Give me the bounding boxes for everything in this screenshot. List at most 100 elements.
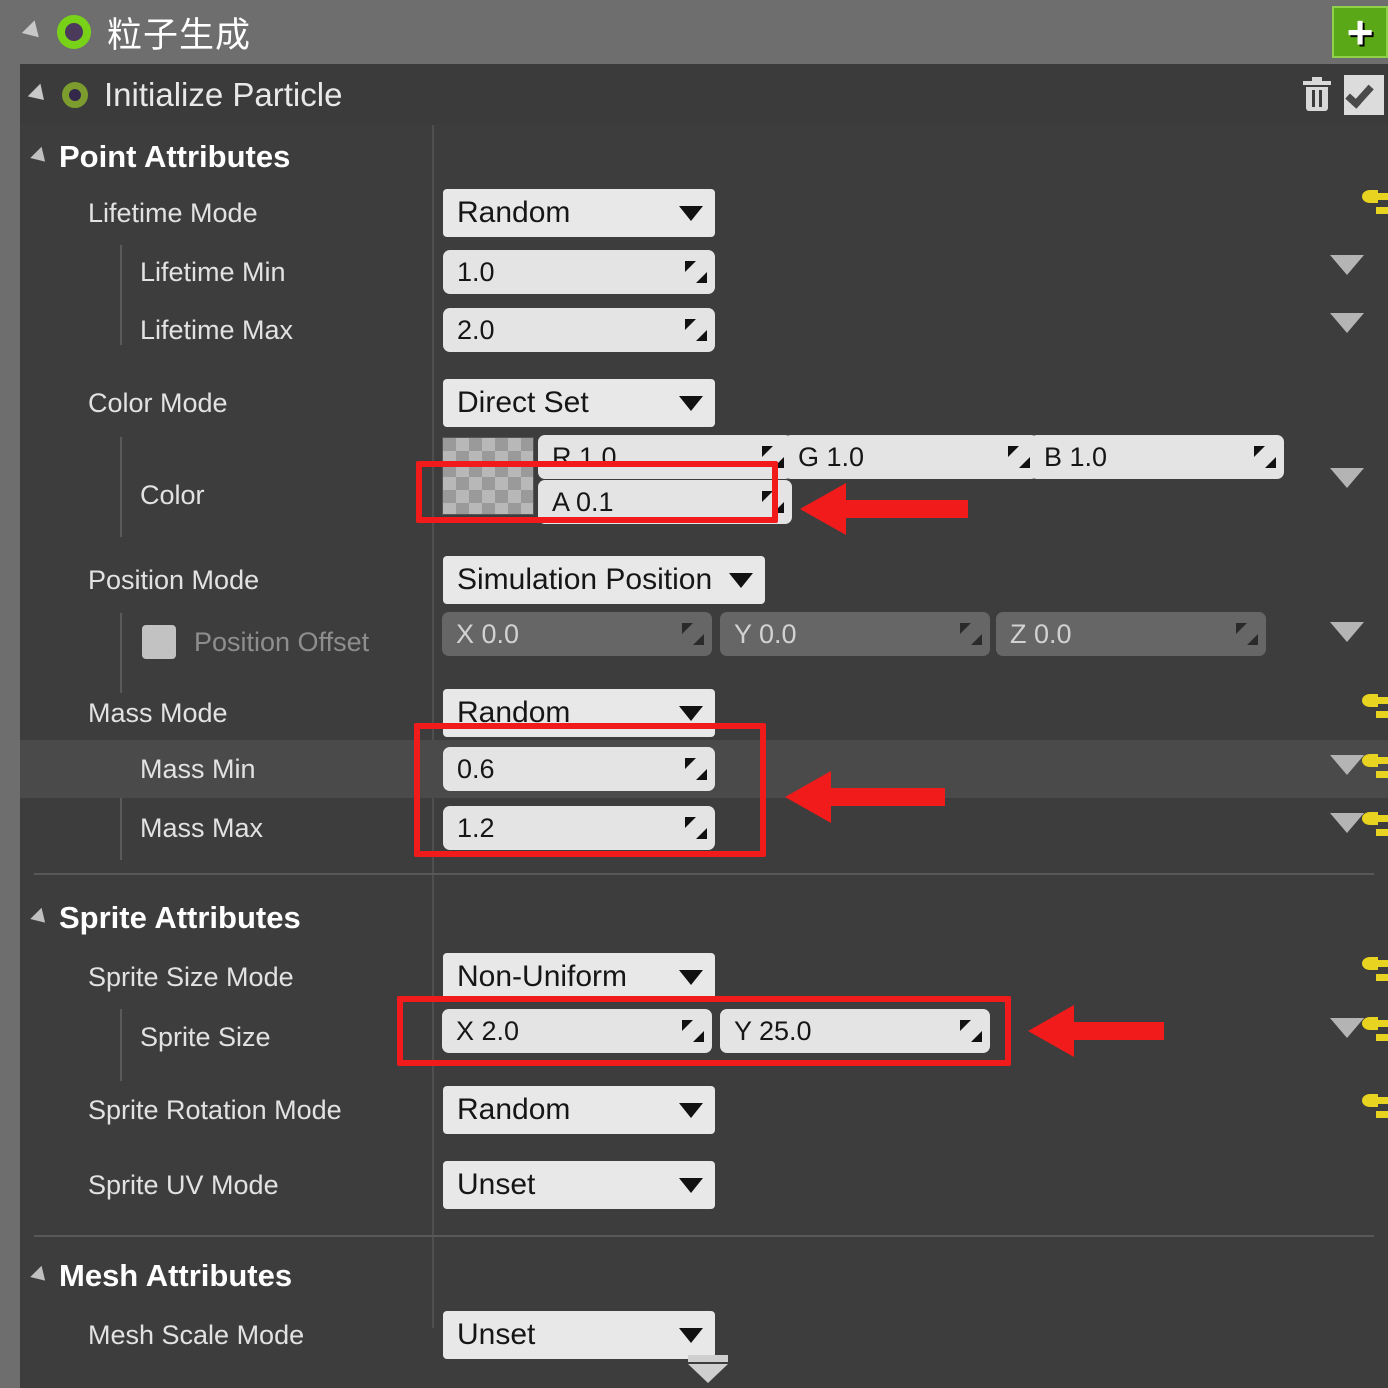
label-sprite-rotation-mode: Sprite Rotation Mode <box>88 1094 342 1125</box>
table-row[interactable]: Mass Max 1.2 <box>20 798 1388 858</box>
expand-chevron-lifetime-min[interactable] <box>1330 255 1364 275</box>
module-title: Initialize Particle <box>104 75 343 113</box>
section-divider <box>34 1235 1374 1237</box>
table-row[interactable]: Mass Min 0.6 <box>20 740 1388 798</box>
input-lifetime-max[interactable]: 2.0 <box>443 308 715 352</box>
input-mass-max[interactable]: 1.2 <box>443 806 715 850</box>
input-lifetime-min[interactable]: 1.0 <box>443 250 715 294</box>
spinner-icon[interactable] <box>1236 623 1258 645</box>
dropdown-value: Random <box>457 696 571 729</box>
label-mass-min: Mass Min <box>140 753 256 784</box>
spinner-icon[interactable] <box>685 319 707 341</box>
spinner-icon[interactable] <box>762 491 784 513</box>
pin-icon-lifetime-mode[interactable] <box>1362 188 1388 218</box>
pin-icon-mass-max[interactable] <box>1362 810 1388 840</box>
input-value: 1.0 <box>457 256 495 287</box>
dropdown-sprite-uv-mode[interactable]: Unset <box>443 1161 715 1209</box>
chevron-down-icon <box>729 572 753 588</box>
input-color-g[interactable]: G 1.0 <box>784 435 1038 479</box>
section-header-point-attributes[interactable]: Point Attributes <box>30 139 291 175</box>
expand-chevron-sprite-size[interactable] <box>1330 1018 1364 1038</box>
dropdown-lifetime-mode[interactable]: Random <box>443 189 715 237</box>
expand-chevron-position-offset[interactable] <box>1330 622 1364 642</box>
scroll-down-icon[interactable] <box>686 1355 730 1383</box>
label-sprite-size-mode: Sprite Size Mode <box>88 961 294 992</box>
section-collapse-icon[interactable] <box>30 907 51 929</box>
module-collapse-icon[interactable] <box>27 83 51 106</box>
dropdown-value: Unset <box>457 1318 536 1351</box>
pin-icon-mass-min[interactable] <box>1362 752 1388 782</box>
expand-chevron-mass-max[interactable] <box>1330 813 1364 833</box>
expand-chevron-mass-min[interactable] <box>1330 755 1364 775</box>
spinner-icon[interactable] <box>762 446 784 468</box>
input-value: 1.2 <box>457 812 495 843</box>
label-mass-max: Mass Max <box>140 812 264 843</box>
input-mass-min[interactable]: 0.6 <box>443 747 715 791</box>
expand-chevron-lifetime-max[interactable] <box>1330 313 1364 333</box>
module-header-initialize-particle[interactable]: Initialize Particle <box>20 64 1388 125</box>
chevron-down-icon <box>679 395 703 411</box>
input-value: B 1.0 <box>1044 441 1108 472</box>
dropdown-position-mode[interactable]: Simulation Position <box>443 556 765 604</box>
section-title: Point Attributes <box>59 139 291 174</box>
input-value: 2.0 <box>457 314 495 345</box>
input-value: R 1.0 <box>552 441 617 472</box>
pin-icon-sprite-size[interactable] <box>1362 1015 1388 1045</box>
trash-icon[interactable] <box>1300 76 1334 113</box>
label-position-offset: Position Offset <box>194 626 370 657</box>
input-sprite-size-x[interactable]: X 2.0 <box>442 1009 712 1053</box>
dropdown-value: Unset <box>457 1168 536 1201</box>
dropdown-color-mode[interactable]: Direct Set <box>443 379 715 427</box>
dropdown-sprite-size-mode[interactable]: Non-Uniform <box>443 953 715 1001</box>
spinner-icon[interactable] <box>960 623 982 645</box>
spinner-icon[interactable] <box>685 758 707 780</box>
input-position-offset-z[interactable]: Z 0.0 <box>996 612 1266 656</box>
dropdown-sprite-rotation-mode[interactable]: Random <box>443 1086 715 1134</box>
section-header-mesh-attributes[interactable]: Mesh Attributes <box>30 1258 293 1294</box>
spinner-icon[interactable] <box>685 817 707 839</box>
dropdown-mesh-scale-mode[interactable]: Unset <box>443 1311 715 1359</box>
spinner-icon[interactable] <box>960 1020 982 1042</box>
plus-icon: + <box>1346 6 1374 58</box>
input-color-b[interactable]: B 1.0 <box>1030 435 1284 479</box>
section-collapse-icon[interactable] <box>30 146 51 168</box>
input-sprite-size-y[interactable]: Y 25.0 <box>720 1009 990 1053</box>
label-sprite-uv-mode: Sprite UV Mode <box>88 1169 279 1200</box>
label-color-mode: Color Mode <box>88 387 228 418</box>
input-value: A 0.1 <box>552 486 614 517</box>
dropdown-value: Random <box>457 196 571 229</box>
emitter-enabled-dot-icon <box>57 15 91 49</box>
section-collapse-icon[interactable] <box>30 1265 51 1287</box>
spinner-icon[interactable] <box>682 1020 704 1042</box>
input-color-a[interactable]: A 0.1 <box>538 480 792 524</box>
spinner-icon[interactable] <box>685 261 707 283</box>
input-value: X 2.0 <box>456 1015 520 1046</box>
input-value: X 0.0 <box>456 618 520 649</box>
label-sprite-size: Sprite Size <box>140 1021 271 1052</box>
input-position-offset-x[interactable]: X 0.0 <box>442 612 712 656</box>
section-title: Mesh Attributes <box>59 1258 293 1293</box>
input-color-r[interactable]: R 1.0 <box>538 435 792 479</box>
emitter-title: 粒子生成 <box>107 15 252 55</box>
input-position-offset-y[interactable]: Y 0.0 <box>720 612 990 656</box>
color-swatch[interactable] <box>442 437 534 515</box>
pin-icon-sprite-size-mode[interactable] <box>1362 955 1388 985</box>
add-module-button[interactable]: + <box>1332 6 1388 58</box>
chevron-down-icon <box>679 969 703 985</box>
emitter-collapse-icon[interactable] <box>21 20 46 44</box>
input-value: 0.6 <box>457 753 495 784</box>
label-position-mode: Position Mode <box>88 564 260 595</box>
checkmark-icon[interactable] <box>1344 74 1384 115</box>
dropdown-mass-mode[interactable]: Random <box>443 689 715 737</box>
label-color: Color <box>140 479 205 510</box>
expand-chevron-color[interactable] <box>1330 468 1364 488</box>
spinner-icon[interactable] <box>1008 446 1030 468</box>
section-header-sprite-attributes[interactable]: Sprite Attributes <box>30 900 301 936</box>
spinner-icon[interactable] <box>1254 446 1276 468</box>
pin-icon-sprite-rotation-mode[interactable] <box>1362 1092 1388 1122</box>
pin-icon-mass-mode[interactable] <box>1362 692 1388 722</box>
chevron-down-icon <box>679 1102 703 1118</box>
emitter-header[interactable]: 粒子生成 <box>0 0 1388 64</box>
checkbox-position-offset[interactable] <box>142 625 176 659</box>
spinner-icon[interactable] <box>682 623 704 645</box>
